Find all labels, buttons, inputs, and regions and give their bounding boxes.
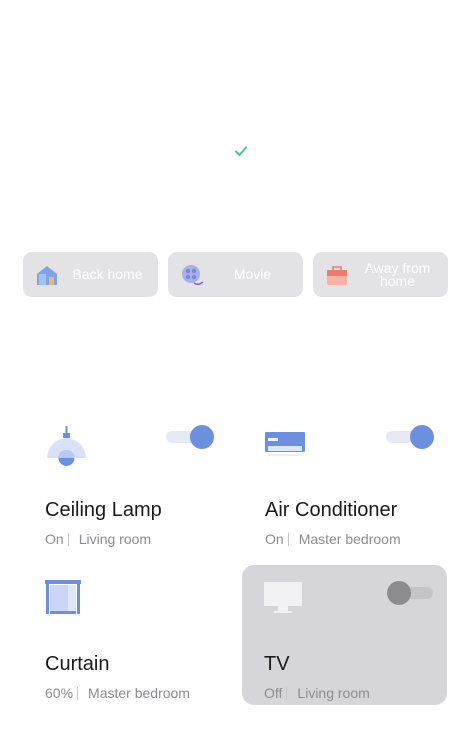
divider xyxy=(286,687,288,700)
scene-movie-button[interactable]: Movie xyxy=(168,252,303,297)
toggle-knob xyxy=(387,581,411,605)
device-card-curtain[interactable]: Curtain 60% Master bedroom xyxy=(23,565,228,705)
ceiling-lamp-icon xyxy=(47,426,86,466)
ceiling-lamp-toggle[interactable] xyxy=(166,425,214,449)
device-status: Off Living room xyxy=(264,685,370,701)
device-state: On xyxy=(45,531,64,547)
tv-icon xyxy=(264,582,302,613)
device-room: Master bedroom xyxy=(88,685,190,701)
device-room: Master bedroom xyxy=(298,531,401,547)
device-name: Curtain xyxy=(45,653,110,675)
device-status: On Living room xyxy=(45,531,151,547)
device-card-tv[interactable]: TV Off Living room xyxy=(242,565,447,705)
device-card-ceiling-lamp[interactable]: Ceiling Lamp On Living room xyxy=(23,411,228,551)
divider xyxy=(287,533,289,546)
film-reel-icon xyxy=(182,265,204,286)
scene-label: Movie xyxy=(233,266,272,282)
device-name: Ceiling Lamp xyxy=(45,499,162,521)
scene-back-home-button[interactable]: Back home xyxy=(23,252,158,297)
device-room: Living room xyxy=(78,531,152,547)
house-icon xyxy=(37,266,57,285)
air-conditioner-toggle[interactable] xyxy=(386,425,434,449)
device-status: On Master bedroom xyxy=(265,531,401,547)
device-room: Living room xyxy=(297,685,370,701)
scene-away-from-home-button[interactable]: Away from home xyxy=(313,252,448,297)
divider xyxy=(77,687,79,700)
device-state: 60% xyxy=(45,685,74,701)
device-status: 60% Master bedroom xyxy=(45,685,190,701)
device-name: TV xyxy=(264,653,290,675)
tv-toggle[interactable] xyxy=(387,581,435,605)
device-state: On xyxy=(265,531,284,547)
scene-label: Back home xyxy=(72,266,143,282)
device-card-air-conditioner[interactable]: Air Conditioner On Master bedroom xyxy=(243,411,448,551)
toggle-knob xyxy=(410,425,434,449)
scene-label: Away from home xyxy=(364,259,431,289)
device-state: Off xyxy=(264,685,283,701)
device-name: Air Conditioner xyxy=(265,499,398,521)
air-conditioner-icon xyxy=(265,432,305,456)
divider xyxy=(67,533,69,546)
toggle-knob xyxy=(190,425,214,449)
check-icon xyxy=(235,146,247,156)
suitcase-icon xyxy=(327,266,347,285)
curtain-icon xyxy=(45,580,81,614)
